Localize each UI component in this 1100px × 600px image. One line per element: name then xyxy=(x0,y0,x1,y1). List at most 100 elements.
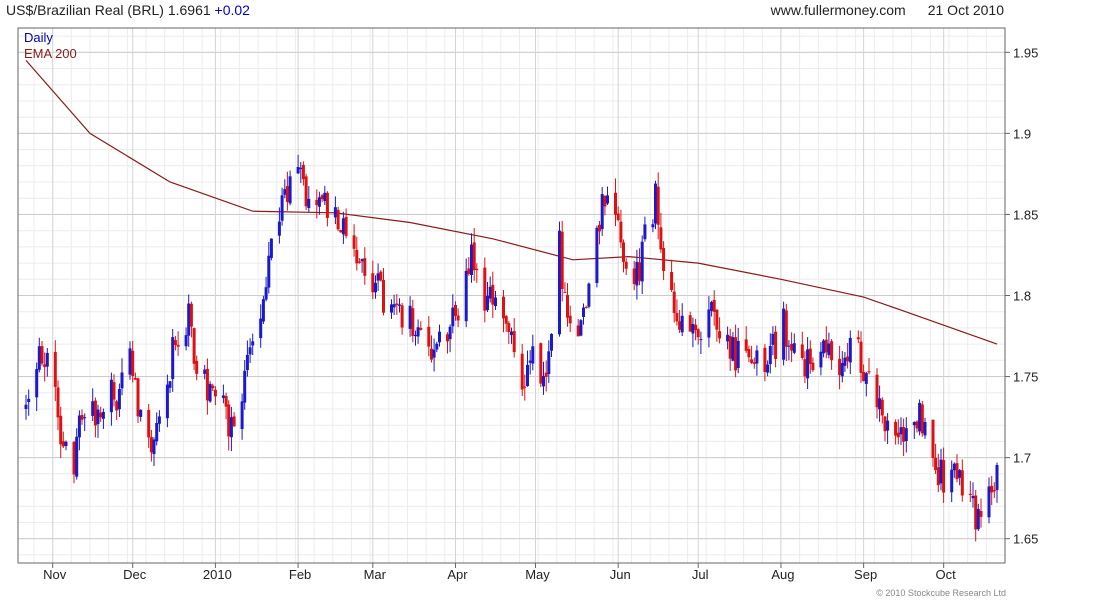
candle-body xyxy=(211,385,215,389)
candle-body xyxy=(808,348,812,364)
candle-body xyxy=(232,416,236,427)
candle-body xyxy=(379,271,383,281)
candle-body xyxy=(752,362,756,364)
candle-body xyxy=(672,291,676,313)
candle-body xyxy=(149,437,153,453)
candle-body xyxy=(651,224,655,228)
y-axis: 1.65 1.7 1.75 1.8 1.85 1.9 1.95 xyxy=(1005,45,1038,547)
candle-body xyxy=(392,304,396,308)
legend-daily: Daily xyxy=(24,30,53,45)
candle-body xyxy=(755,350,759,364)
candle-body xyxy=(131,350,135,376)
candle-body xyxy=(187,303,191,336)
candle-body xyxy=(301,164,305,180)
candle-body xyxy=(357,261,361,263)
candle-body xyxy=(502,296,505,319)
candle-body xyxy=(587,283,591,307)
candle-body xyxy=(451,307,455,327)
candle-body xyxy=(622,242,625,262)
candle-body xyxy=(934,457,938,471)
candle-body xyxy=(595,227,599,283)
candle-body xyxy=(811,362,815,371)
candle-body xyxy=(203,369,207,374)
candle-body xyxy=(659,227,663,250)
candle-body xyxy=(117,389,121,410)
candle-body xyxy=(208,383,212,402)
candle-body xyxy=(416,327,420,337)
candle-body xyxy=(923,422,927,436)
candle-body xyxy=(600,194,604,230)
candle-body xyxy=(731,337,735,361)
candle-body xyxy=(472,242,476,271)
candle-body xyxy=(56,387,60,418)
candle-body xyxy=(355,249,359,264)
candle-body xyxy=(766,364,770,373)
x-tick-label: Jun xyxy=(610,567,631,582)
candle-body xyxy=(624,261,628,269)
candle-body xyxy=(768,346,772,365)
candle-body xyxy=(448,326,452,340)
candle-body xyxy=(568,315,572,324)
candle-body xyxy=(902,427,906,442)
candle-body xyxy=(277,221,281,236)
candle-body xyxy=(936,467,940,486)
candle-body xyxy=(736,340,740,368)
candle-body xyxy=(822,340,826,354)
candle-body xyxy=(539,343,543,384)
legend: Daily EMA 200 xyxy=(24,30,77,62)
candle-body xyxy=(670,272,674,290)
candle-body xyxy=(582,307,585,317)
candle-body xyxy=(654,183,657,224)
candle-body xyxy=(640,241,644,282)
candle-body xyxy=(80,415,84,420)
candle-body xyxy=(192,328,196,364)
candle-body xyxy=(635,261,639,286)
candle-body xyxy=(576,325,580,337)
x-tick-label: Nov xyxy=(43,567,67,582)
candle-body xyxy=(848,337,852,363)
candle-body xyxy=(875,374,879,408)
candle-body xyxy=(251,341,255,346)
candle-body xyxy=(840,363,844,377)
x-tick-label: Mar xyxy=(364,567,387,582)
candle-body xyxy=(371,273,375,293)
candle-body xyxy=(614,192,617,215)
candle-body xyxy=(446,334,449,342)
candle-body xyxy=(221,395,225,398)
candle-body xyxy=(248,347,252,355)
candle-body xyxy=(408,305,412,329)
candle-body xyxy=(603,195,607,207)
candle-body xyxy=(712,300,716,312)
candle-body xyxy=(24,404,28,409)
candle-body xyxy=(296,167,300,174)
candle-body xyxy=(64,441,68,446)
x-tick-label: 2010 xyxy=(203,567,232,582)
candle-body xyxy=(819,351,823,368)
candle-body xyxy=(438,331,441,343)
candle-body xyxy=(411,308,415,336)
candle-body xyxy=(77,415,81,438)
candle-body xyxy=(950,469,954,493)
candle-body xyxy=(952,463,956,471)
candle-body xyxy=(240,401,244,429)
candle-body xyxy=(243,370,247,403)
candle-body xyxy=(960,470,964,496)
candle-body xyxy=(261,299,265,322)
candle-body xyxy=(782,308,786,360)
candle-body xyxy=(750,359,754,363)
candle-body xyxy=(486,295,489,311)
candle-body xyxy=(715,309,719,330)
candle-body xyxy=(37,346,41,370)
candle-body xyxy=(968,493,972,495)
candle-body xyxy=(333,207,337,218)
candle-body xyxy=(419,328,423,330)
candle-body xyxy=(165,384,169,419)
candle-body xyxy=(299,167,303,170)
candle-body xyxy=(229,417,233,438)
candle-body xyxy=(344,216,348,236)
candle-body xyxy=(315,199,319,206)
candle-body xyxy=(526,364,529,387)
candle-body xyxy=(205,368,209,401)
candle-body xyxy=(139,409,143,417)
x-tick-label: Aug xyxy=(771,567,794,582)
